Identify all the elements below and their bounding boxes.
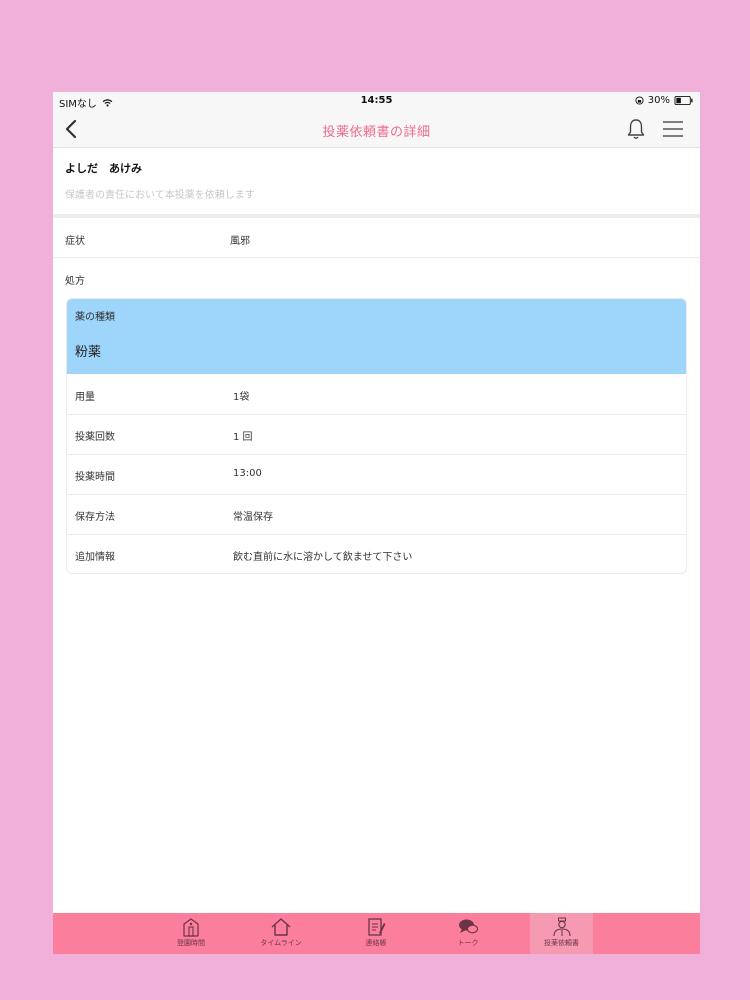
prescription-label: 処方 <box>65 276 85 287</box>
frequency-label: 投薬回数 <box>75 432 115 443</box>
battery-icon <box>674 96 693 105</box>
tab-contact-book[interactable]: 連絡帳 <box>341 913 411 954</box>
tab-timeline[interactable]: タイムライン <box>246 913 316 954</box>
status-bar: SIMなし 14:55 30% <box>53 92 700 110</box>
tab-label: タイムライン <box>260 939 302 947</box>
symptom-label: 症状 <box>65 236 85 247</box>
status-time: 14:55 <box>360 95 393 106</box>
doctor-icon <box>552 917 571 937</box>
medicine-card: 薬の種類 粉薬 用量 1袋 投薬回数 1 回 投薬時間 13:00 保存方法 常… <box>66 298 687 574</box>
tab-label: 投薬依頼書 <box>544 939 579 947</box>
medicine-type-label: 薬の種類 <box>75 312 115 323</box>
section-divider <box>53 214 700 218</box>
hamburger-menu-icon[interactable] <box>661 119 685 139</box>
row-divider <box>67 534 686 535</box>
frequency-value: 1 回 <box>233 432 253 443</box>
page-title: 投薬依頼書の詳細 <box>322 125 431 140</box>
chat-bubble-icon <box>459 919 479 934</box>
navigation-bar: 投薬依頼書の詳細 <box>53 110 700 148</box>
medicine-type-header: 薬の種類 粉薬 <box>67 299 686 374</box>
parent-name: よしだ あけみ <box>65 162 142 175</box>
tab-label: 登園時間 <box>177 939 205 947</box>
tab-label: 連絡帳 <box>365 939 387 947</box>
additional-info-label: 追加情報 <box>75 552 115 563</box>
home-icon <box>271 918 291 936</box>
time-label: 投薬時間 <box>75 472 115 483</box>
tab-talk[interactable]: トーク <box>433 913 503 954</box>
bell-icon[interactable] <box>625 117 647 141</box>
rotation-lock-icon <box>635 96 644 105</box>
row-divider <box>67 414 686 415</box>
battery-percent: 30% <box>647 95 670 106</box>
storage-label: 保存方法 <box>75 512 115 523</box>
row-divider <box>67 494 686 495</box>
tab-label: トーク <box>457 939 479 947</box>
time-value: 13:00 <box>233 468 262 479</box>
row-divider <box>53 257 700 258</box>
building-icon <box>183 918 199 937</box>
tab-attendance[interactable]: 登園時間 <box>156 913 226 954</box>
additional-info-value: 飲む直前に水に溶かして飲ませて下さい <box>233 552 413 563</box>
parent-section: よしだ あけみ 保護者の責任において本投薬を依頼します <box>53 148 700 214</box>
medicine-type-value: 粉薬 <box>75 345 102 360</box>
dosage-value: 1袋 <box>233 392 250 403</box>
row-divider <box>67 454 686 455</box>
dosage-label: 用量 <box>75 392 95 403</box>
notebook-icon <box>368 918 386 936</box>
status-right: 30% <box>635 95 694 106</box>
tab-bar: 登園時間 タイムライン 連絡帳 トーク 投薬依頼書 <box>53 913 700 954</box>
storage-value: 常温保存 <box>233 512 273 523</box>
tab-medication-request[interactable]: 投薬依頼書 <box>530 913 593 954</box>
parent-consent-note: 保護者の責任において本投薬を依頼します <box>65 190 255 201</box>
symptom-value: 風邪 <box>230 236 250 247</box>
app-screen: SIMなし 14:55 30% 投薬依頼書の詳細 よしだ あけみ 保護者の責任に… <box>53 92 700 954</box>
